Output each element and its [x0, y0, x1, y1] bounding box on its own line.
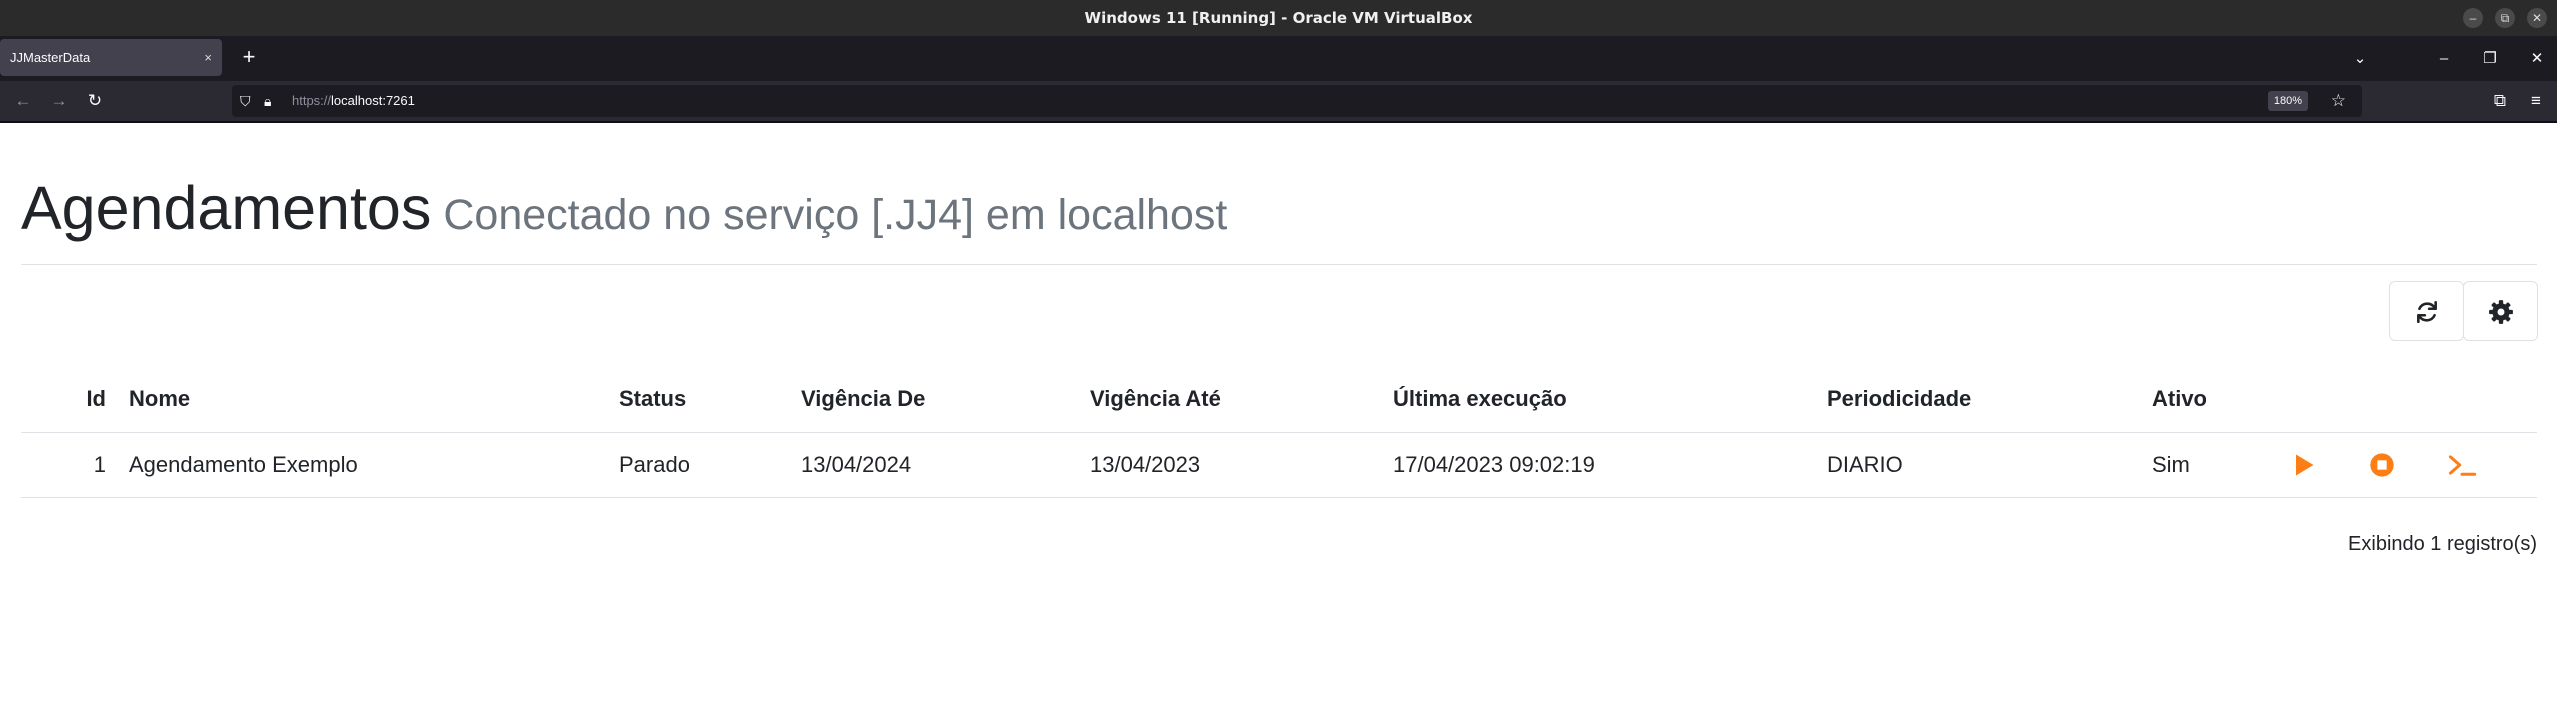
- settings-button[interactable]: [2463, 281, 2538, 341]
- stop-button[interactable]: [2368, 451, 2396, 479]
- terminal-icon: [2448, 455, 2477, 476]
- column-header-nome[interactable]: Nome: [129, 367, 619, 433]
- browser-tab[interactable]: JJMasterData ×: [0, 39, 222, 76]
- new-tab-button[interactable]: +: [234, 42, 264, 72]
- url-text[interactable]: https://localhost:7261: [292, 85, 415, 117]
- cell-ativo: Sim: [2152, 432, 2289, 498]
- tab-title: JJMasterData: [10, 50, 91, 65]
- heading-divider: [21, 264, 2537, 265]
- column-header-status[interactable]: Status: [619, 367, 801, 433]
- column-header-periodicidade[interactable]: Periodicidade: [1827, 367, 2152, 433]
- stop-icon: [2370, 452, 2394, 477]
- refresh-button[interactable]: [2389, 281, 2464, 341]
- cell-status: Parado: [619, 432, 801, 498]
- browser-minimize-icon[interactable]: –: [2429, 44, 2459, 74]
- tab-close-icon[interactable]: ×: [204, 39, 212, 76]
- cell-vigencia-ate: 13/04/2023: [1090, 432, 1393, 498]
- start-button[interactable]: [2289, 451, 2317, 479]
- refresh-icon: [2417, 300, 2437, 324]
- column-header-vigencia-de[interactable]: Vigência De: [801, 367, 1090, 433]
- browser-close-icon[interactable]: ✕: [2522, 44, 2552, 74]
- page-subtitle: Conectado no serviço [.JJ4] em localhost: [443, 191, 1228, 239]
- extensions-icon[interactable]: ⧉: [2485, 86, 2515, 116]
- cell-vigencia-de: 13/04/2024: [801, 432, 1090, 498]
- browser-restore-icon[interactable]: ❐: [2475, 44, 2505, 74]
- minimize-icon[interactable]: –: [2463, 8, 2483, 28]
- tab-list-chevron-icon[interactable]: ⌄: [2345, 44, 2375, 74]
- terminal-button[interactable]: [2447, 451, 2477, 479]
- page-heading: Agendamentos Conectado no serviço [.JJ4] …: [21, 173, 1227, 243]
- table-row: 1 Agendamento Exemplo Parado 13/04/2024 …: [21, 432, 2537, 498]
- table-header-row: Id Nome Status Vigência De Vigência Até …: [21, 367, 2537, 433]
- column-header-vigencia-ate[interactable]: Vigência Até: [1090, 367, 1393, 433]
- page-content: Agendamentos Conectado no serviço [.JJ4] …: [0, 123, 2557, 715]
- window-title: Windows 11 [Running] - Oracle VM Virtual…: [1084, 9, 1473, 27]
- browser-tabstrip: JJMasterData × + ⌄ – ❐ ✕: [0, 36, 2557, 81]
- shield-icon[interactable]: ⛉: [240, 85, 251, 117]
- gear-icon: [2489, 300, 2513, 324]
- close-icon[interactable]: ✕: [2527, 8, 2547, 28]
- vm-titlebar: Windows 11 [Running] - Oracle VM Virtual…: [0, 0, 2557, 36]
- forward-arrow-icon[interactable]: →: [44, 86, 74, 116]
- cell-nome: Agendamento Exemplo: [129, 432, 619, 498]
- url-bar[interactable]: ⛉ 🔒︎ https://localhost:7261 180% ☆: [232, 85, 2362, 117]
- play-icon: [2296, 454, 2314, 476]
- back-arrow-icon[interactable]: ←: [8, 86, 38, 116]
- column-header-ativo[interactable]: Ativo: [2152, 367, 2289, 433]
- lock-icon[interactable]: 🔒︎: [264, 85, 271, 117]
- column-header-id[interactable]: Id: [21, 367, 129, 433]
- cell-ultima-execucao: 17/04/2023 09:02:19: [1393, 432, 1827, 498]
- browser-navbar: ← → ↻ ⛉ 🔒︎ https://localhost:7261 180% ☆…: [0, 81, 2557, 121]
- zoom-level-badge[interactable]: 180%: [2267, 91, 2308, 111]
- column-header-actions: [2289, 367, 2537, 433]
- cell-periodicidade: DIARIO: [1827, 432, 2152, 498]
- restore-icon[interactable]: ⧉: [2495, 8, 2515, 28]
- record-count: Exibindo 1 registro(s): [2348, 533, 2537, 555]
- schedules-table: Id Nome Status Vigência De Vigência Até …: [21, 367, 2537, 498]
- bookmark-star-icon[interactable]: ☆: [2331, 85, 2346, 117]
- menu-icon[interactable]: ≡: [2521, 86, 2551, 116]
- page-title: Agendamentos: [21, 174, 432, 242]
- reload-icon[interactable]: ↻: [80, 86, 110, 116]
- cell-id: 1: [21, 432, 129, 498]
- cell-actions: [2289, 432, 2537, 498]
- column-header-ultima-execucao[interactable]: Última execução: [1393, 367, 1827, 433]
